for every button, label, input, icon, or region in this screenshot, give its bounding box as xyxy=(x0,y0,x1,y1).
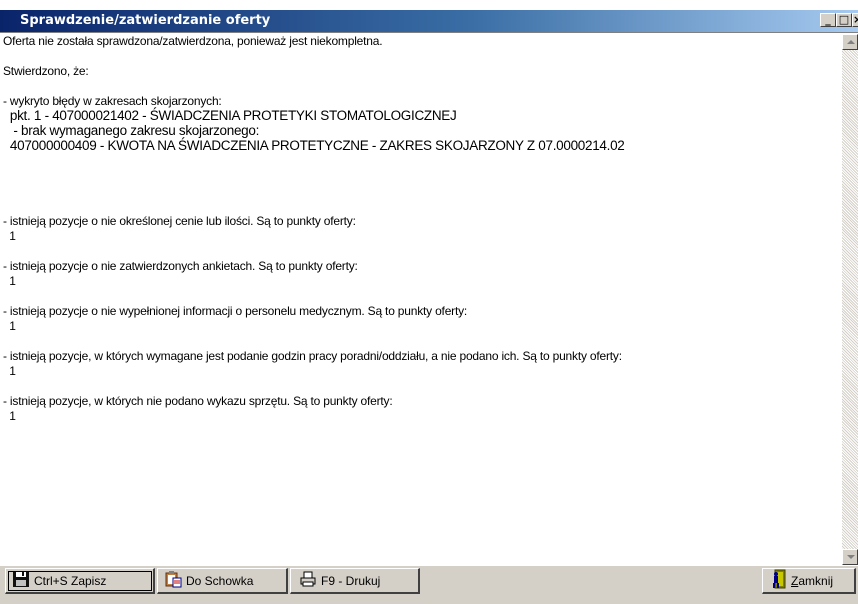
print-button-label: F9 - Drukuj xyxy=(321,573,381,588)
copy-to-clipboard-button[interactable]: Do Schowka xyxy=(157,568,288,594)
message-line xyxy=(3,184,838,199)
message-line: Stwierdzono, że: xyxy=(3,64,89,78)
message-line: - brak wymaganego zakresu skojarzonego: xyxy=(3,123,260,138)
maximize-button[interactable]: □ xyxy=(836,13,852,27)
message-line: 407000000409 - KWOTA NA ŚWIADCZENIA PROT… xyxy=(3,138,625,153)
message-line: 1 xyxy=(3,319,16,333)
message-line xyxy=(3,244,838,259)
scroll-up-button[interactable] xyxy=(842,34,858,50)
close-button[interactable]: Zamknij xyxy=(762,568,856,594)
message-line xyxy=(3,199,838,214)
message-line xyxy=(3,379,838,394)
minimize-button[interactable]: _ xyxy=(820,13,836,27)
message-line xyxy=(3,79,838,94)
message-line: Oferta nie została sprawdzona/zatwierdzo… xyxy=(3,34,383,48)
print-button[interactable]: F9 - Drukuj xyxy=(290,568,420,594)
clipboard-icon xyxy=(164,570,182,591)
message-line: - istnieją pozycje, w których wymagane j… xyxy=(3,349,622,363)
copy-to-clipboard-label: Do Schowka xyxy=(186,573,254,588)
button-bar: Ctrl+S Zapisz Do Schowka F9 - Drukuj Zam… xyxy=(0,565,858,604)
message-line xyxy=(3,49,838,64)
message-line xyxy=(3,289,838,304)
message-line xyxy=(3,154,838,169)
save-button-label: Ctrl+S Zapisz xyxy=(34,573,107,588)
message-line: - istnieją pozycje o nie zatwierdzonych … xyxy=(3,259,358,273)
close-button-label: Zamknij xyxy=(791,573,834,588)
message-line: pkt. 1 - 407000021402 - ŚWIADCZENIA PROT… xyxy=(3,108,457,123)
message-line: 1 xyxy=(3,229,16,243)
message-area[interactable]: Oferta nie została sprawdzona/zatwierdzo… xyxy=(0,32,858,565)
message-text: Oferta nie została sprawdzona/zatwierdzo… xyxy=(3,34,838,424)
message-line: - istnieją pozycje o nie określonej ceni… xyxy=(3,214,356,228)
dialog-window: Sprawdzenie/zatwierdzanie oferty _ □ × O… xyxy=(0,10,858,604)
message-line: 1 xyxy=(3,364,16,378)
scroll-down-button[interactable] xyxy=(842,549,858,565)
message-line: 1 xyxy=(3,409,16,423)
window-title: Sprawdzenie/zatwierdzanie oferty xyxy=(20,13,271,28)
close-window-button[interactable]: × xyxy=(852,13,858,27)
message-line: - istnieją pozycje, w których nie podano… xyxy=(3,394,393,408)
arrow-up-icon xyxy=(847,40,855,44)
floppy-disk-icon xyxy=(12,570,30,591)
door-exit-icon xyxy=(771,569,787,592)
vertical-scrollbar[interactable] xyxy=(842,34,858,565)
arrow-down-icon xyxy=(847,555,855,559)
message-line xyxy=(3,334,838,349)
message-line xyxy=(3,169,838,184)
message-line: - wykryto błędy w zakresach skojarzonych… xyxy=(3,94,222,108)
title-bar[interactable]: Sprawdzenie/zatwierdzanie oferty _ □ × xyxy=(0,10,858,32)
message-line: 1 xyxy=(3,274,16,288)
message-line: - istnieją pozycje o nie wypełnionej inf… xyxy=(3,304,468,318)
save-button[interactable]: Ctrl+S Zapisz xyxy=(5,568,155,594)
printer-icon xyxy=(299,570,317,591)
